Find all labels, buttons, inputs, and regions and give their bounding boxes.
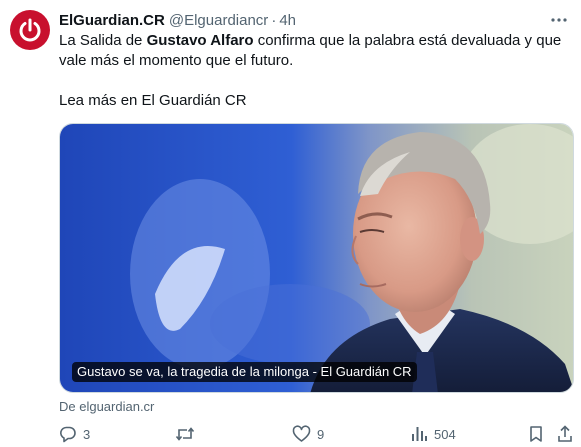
retweet-icon bbox=[175, 427, 195, 441]
power-icon bbox=[19, 18, 41, 42]
card-image bbox=[60, 124, 573, 392]
avatar[interactable] bbox=[10, 10, 50, 50]
tweet-text-bold: Gustavo Alfaro bbox=[146, 32, 254, 49]
user-handle[interactable]: @Elguardiancr bbox=[169, 12, 268, 29]
link-card[interactable]: Gustavo se va, la tragedia de la milonga… bbox=[59, 123, 574, 393]
share-button[interactable] bbox=[556, 424, 574, 444]
card-source[interactable]: De elguardian.cr bbox=[59, 399, 154, 415]
more-icon bbox=[551, 18, 567, 22]
timestamp[interactable]: 4h bbox=[279, 12, 296, 29]
display-name[interactable]: ElGuardian.CR bbox=[59, 12, 165, 29]
tweet-paragraph: La Salida de Gustavo Alfaro confirma que… bbox=[59, 31, 574, 71]
separator-dot: · bbox=[271, 11, 277, 29]
reply-icon bbox=[60, 426, 76, 443]
tweet-actions: 3 9 504 bbox=[59, 424, 574, 444]
retweet-button[interactable] bbox=[175, 424, 201, 444]
reply-count: 3 bbox=[83, 426, 91, 442]
views-button[interactable]: 504 bbox=[410, 424, 456, 444]
card-title: Gustavo se va, la tragedia de la milonga… bbox=[72, 362, 417, 382]
bookmark-icon bbox=[530, 426, 542, 442]
tweet-text-before: La Salida de bbox=[59, 32, 147, 49]
heart-icon bbox=[292, 425, 311, 442]
like-button[interactable]: 9 bbox=[292, 424, 324, 444]
views-icon bbox=[412, 427, 427, 441]
share-icon bbox=[558, 425, 572, 442]
more-button[interactable] bbox=[549, 10, 569, 30]
tweet-line2: Lea más en El Guardián CR bbox=[59, 92, 247, 109]
views-count: 504 bbox=[434, 426, 456, 442]
tweet-header: ElGuardian.CR @Elguardiancr · 4h bbox=[59, 10, 541, 30]
tweet-text: La Salida de Gustavo Alfaro confirma que… bbox=[59, 31, 574, 111]
like-count: 9 bbox=[317, 426, 325, 442]
reply-button[interactable]: 3 bbox=[59, 424, 90, 444]
bookmark-button[interactable] bbox=[528, 424, 544, 444]
